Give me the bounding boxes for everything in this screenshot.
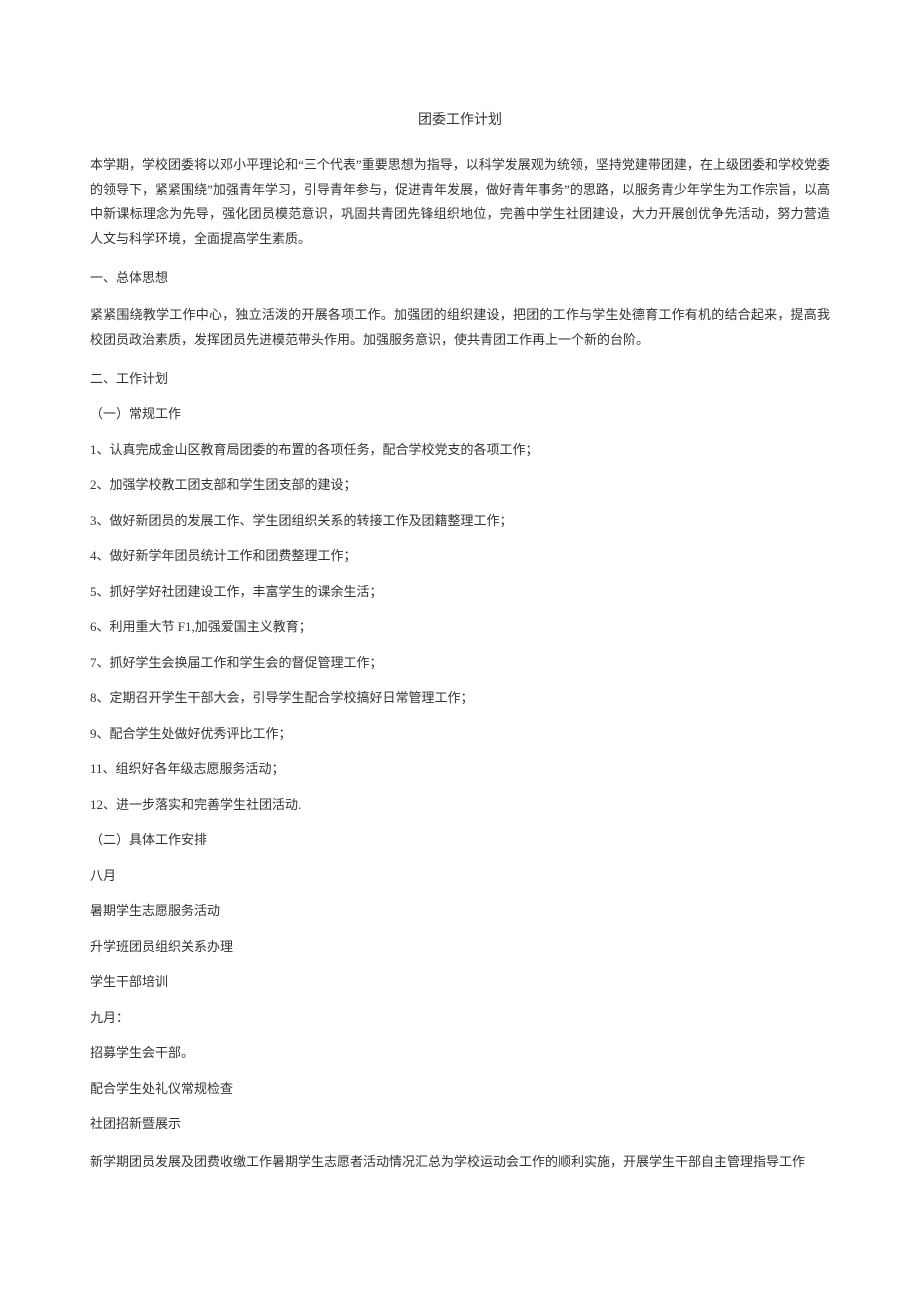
document-title: 团委工作计划	[90, 110, 830, 131]
routine-item: 3、做好新团员的发展工作、学生团组织关系的转接工作及团籍整理工作；	[90, 511, 830, 531]
routine-item: 9、配合学生处做好优秀评比工作；	[90, 724, 830, 744]
routine-item: 7、抓好学生会换届工作和学生会的督促管理工作；	[90, 653, 830, 673]
subsection-2-heading: （二）具体工作安排	[90, 830, 830, 850]
intro-paragraph: 本学期，学校团委将以邓小平理论和“三个代表”重要思想为指导，以科学发展观为统领，…	[90, 153, 830, 252]
schedule-item: 八月	[90, 866, 830, 886]
routine-item: 12、进一步落实和完善学生社团活动.	[90, 795, 830, 815]
routine-item: 1、认真完成金山区教育局团委的布置的各项任务，配合学校党支的各项工作；	[90, 440, 830, 460]
routine-item: 8、定期召开学生干部大会，引导学生配合学校搞好日常管理工作；	[90, 688, 830, 708]
routine-item: 5、抓好学好社团建设工作，丰富学生的课余生活；	[90, 582, 830, 602]
schedule-item: 招募学生会干部。	[90, 1043, 830, 1063]
subsection-1-heading: （一）常规工作	[90, 404, 830, 424]
schedule-item: 九月：	[90, 1008, 830, 1028]
section-1-body: 紧紧围绕教学工作中心，独立活泼的开展各项工作。加强团的组织建设，把团的工作与学生…	[90, 303, 830, 352]
routine-item: 4、做好新学年团员统计工作和团费整理工作；	[90, 546, 830, 566]
routine-item: 6、利用重大节 F1,加强爱国主义教育；	[90, 617, 830, 637]
document-page: 团委工作计划 本学期，学校团委将以邓小平理论和“三个代表”重要思想为指导，以科学…	[0, 0, 920, 1301]
schedule-item: 学生干部培训	[90, 972, 830, 992]
schedule-item: 新学期团员发展及团费收缴工作暑期学生志愿者活动情况汇总为学校运动会工作的顺利实施…	[90, 1150, 830, 1175]
section-1-heading: 一、总体思想	[90, 268, 830, 288]
schedule-item: 配合学生处礼仪常规检查	[90, 1079, 830, 1099]
schedule-item: 社团招新暨展示	[90, 1114, 830, 1134]
section-2-heading: 二、工作计划	[90, 369, 830, 389]
schedule-item: 升学班团员组织关系办理	[90, 937, 830, 957]
routine-item: 11、组织好各年级志愿服务活动；	[90, 759, 830, 779]
schedule-item: 暑期学生志愿服务活动	[90, 901, 830, 921]
routine-item: 2、加强学校教工团支部和学生团支部的建设；	[90, 475, 830, 495]
